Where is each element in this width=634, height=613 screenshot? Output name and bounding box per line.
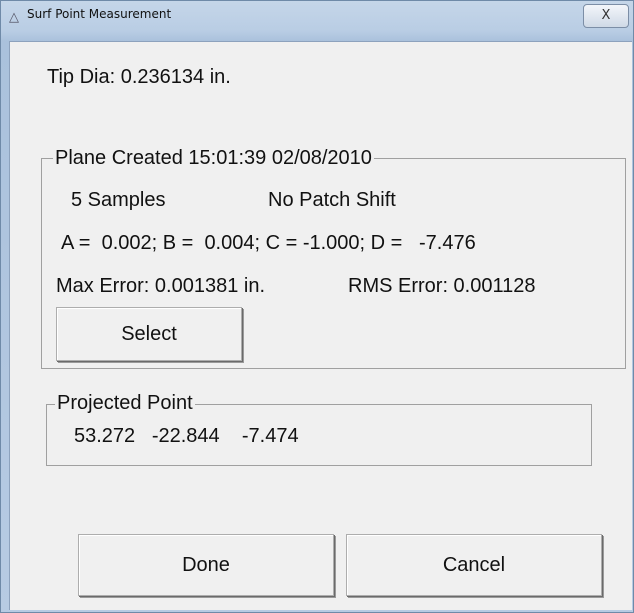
window-title: Surf Point Measurement [27,7,172,21]
select-button[interactable]: Select [56,307,242,361]
measure-icon: △ [9,9,19,24]
cancel-button[interactable]: Cancel [346,534,602,596]
close-button[interactable]: X [583,4,629,28]
plane-group-title: Plane Created 15:01:39 02/08/2010 [53,147,374,170]
plane-coefficients: A = 0.002; B = 0.004; C = -1.000; D = -7… [61,232,476,254]
rms-error-label: RMS Error: 0.001128 [348,275,536,297]
dialog-client-area: Tip Dia: 0.236134 in. Plane Created 15:0… [9,41,632,610]
title-bar[interactable]: △ Surf Point Measurement X [1,1,633,41]
projected-group-title: Projected Point [55,392,195,415]
dialog-window: △ Surf Point Measurement X Tip Dia: 0.23… [0,0,634,613]
projected-point-values: 53.272 -22.844 -7.474 [74,425,299,447]
patch-shift-label: No Patch Shift [268,189,396,211]
max-error-label: Max Error: 0.001381 in. [56,275,265,297]
done-button[interactable]: Done [78,534,334,596]
tip-dia-label: Tip Dia: 0.236134 in. [47,66,231,88]
samples-label: 5 Samples [71,189,166,211]
